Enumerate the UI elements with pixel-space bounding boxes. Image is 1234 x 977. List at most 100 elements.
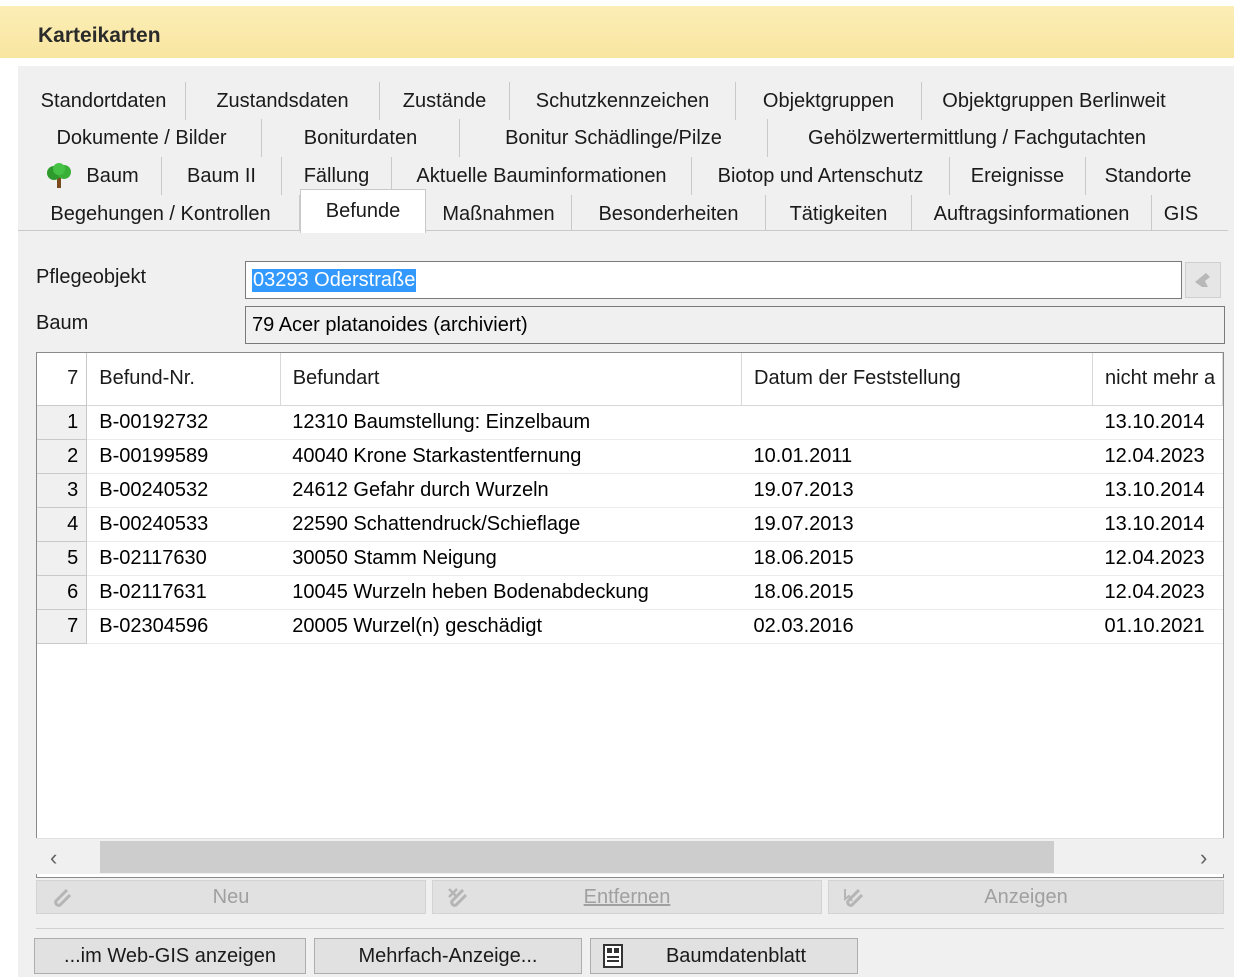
table-row[interactable]: 4 B-00240533 22590 Schattendruck/Schieflag… xyxy=(37,507,1223,542)
divider xyxy=(36,928,1224,929)
horizontal-scrollbar[interactable]: ‹ › xyxy=(36,838,1224,874)
cell-datum: 10.01.2011 xyxy=(741,439,1093,474)
tree-icon xyxy=(44,163,74,189)
paperclip-icon xyxy=(49,885,75,917)
window-title: Karteikarten xyxy=(38,24,161,47)
tab-taetigkeiten[interactable]: Tätigkeiten xyxy=(766,195,912,233)
entfernen-button[interactable]: Entfernen xyxy=(432,880,822,914)
cell-nicht-mehr: 13.10.2014 xyxy=(1092,507,1223,542)
tab-baum-label: Baum xyxy=(86,164,139,187)
table-row[interactable]: 1 B-00192732 12310 Baumstellung: Einzelbau… xyxy=(37,405,1223,440)
tab-besonderheiten[interactable]: Besonderheiten xyxy=(572,195,766,233)
baumdatenblatt-label: Baumdatenblatt xyxy=(665,944,807,967)
tab-ereignisse[interactable]: Ereignisse xyxy=(950,157,1086,195)
row-number: 7 xyxy=(37,609,88,644)
cell-befundart: 24612 Gefahr durch Wurzeln xyxy=(280,473,742,508)
cell-datum: 02.03.2016 xyxy=(741,609,1093,644)
tab-zustandsdaten[interactable]: Zustandsdaten xyxy=(186,82,380,120)
anzeigen-button[interactable]: Anzeigen xyxy=(828,880,1224,914)
cell-befund-nr: B-00240532 xyxy=(86,473,281,508)
neu-label: Neu xyxy=(212,885,250,908)
mehrfach-anzeige-button[interactable]: Mehrfach-Anzeige... xyxy=(314,938,582,974)
column-header-befund-nr[interactable]: Befund-Nr. xyxy=(86,353,281,406)
row-number: 2 xyxy=(37,439,88,474)
row-number: 6 xyxy=(37,575,88,610)
scroll-left-icon[interactable]: ‹ xyxy=(50,845,57,871)
tab-befunde[interactable]: Befunde xyxy=(300,189,426,233)
cell-befundart: 20005 Wurzel(n) geschädigt xyxy=(280,609,742,644)
cell-befund-nr: B-02117630 xyxy=(86,541,281,576)
column-header-nicht-mehr[interactable]: nicht mehr a xyxy=(1092,353,1223,406)
tab-massnahmen[interactable]: Maßnahmen xyxy=(426,195,572,233)
neu-button[interactable]: Neu xyxy=(36,880,426,914)
tab-baum[interactable]: Baum xyxy=(22,157,162,195)
tab-schutzkennzeichen[interactable]: Schutzkennzeichen xyxy=(510,82,736,120)
web-gis-button[interactable]: ...im Web-GIS anzeigen xyxy=(34,938,306,974)
tab-baum-ii[interactable]: Baum II xyxy=(162,157,282,195)
cell-nicht-mehr: 13.10.2014 xyxy=(1092,405,1223,440)
scroll-right-icon[interactable]: › xyxy=(1200,845,1207,871)
tab-standorte[interactable]: Standorte xyxy=(1086,157,1210,195)
row-number: 4 xyxy=(37,507,88,542)
row-number: 5 xyxy=(37,541,88,576)
table-body: 1 B-00192732 12310 Baumstellung: Einzelbau… xyxy=(37,405,1223,644)
cell-befund-nr: B-02304596 xyxy=(86,609,281,644)
baum-label: Baum xyxy=(36,312,89,334)
tab-boniturdaten[interactable]: Boniturdaten xyxy=(262,119,460,157)
anzeigen-label: Anzeigen xyxy=(984,885,1068,908)
cell-nicht-mehr: 12.04.2023 xyxy=(1092,439,1223,474)
cell-nicht-mehr: 12.04.2023 xyxy=(1092,541,1223,576)
pflegeobjekt-value: 03293 Oderstraße xyxy=(252,268,417,292)
table-row[interactable]: 3 B-00240532 24612 Gefahr durch Wurzeln 19.… xyxy=(37,473,1223,508)
row-count-header[interactable]: 7 xyxy=(37,353,88,406)
cell-nicht-mehr: 13.10.2014 xyxy=(1092,473,1223,508)
scrollbar-thumb[interactable] xyxy=(100,841,1054,873)
cell-befund-nr: B-00199589 xyxy=(86,439,281,474)
cell-datum xyxy=(741,405,1093,440)
table-header-row: 7 Befund-Nr. Befundart Datum der Festste… xyxy=(37,353,1223,406)
tab-row-4: Begehungen / Kontrollen Befunde Maßnahme… xyxy=(22,189,1210,233)
baum-field[interactable]: 79 Acer platanoides (archiviert) xyxy=(245,306,1225,344)
column-header-datum[interactable]: Datum der Feststellung xyxy=(741,353,1094,406)
cell-datum: 19.07.2013 xyxy=(741,473,1093,508)
table-row[interactable]: 7 B-02304596 20005 Wurzel(n) geschädigt 02.… xyxy=(37,609,1223,644)
cell-datum: 18.06.2015 xyxy=(741,575,1093,610)
tab-dokumente-bilder[interactable]: Dokumente / Bilder xyxy=(22,119,262,157)
row-number: 3 xyxy=(37,473,88,508)
table-row[interactable]: 5 B-02117630 30050 Stamm Neigung 18.06.2015… xyxy=(37,541,1223,576)
cell-befund-nr: B-00240533 xyxy=(86,507,281,542)
cell-befundart: 10045 Wurzeln heben Bodenabdeckung xyxy=(280,575,742,610)
paperclip-view-icon xyxy=(841,885,871,917)
report-icon xyxy=(601,943,625,975)
cell-befundart: 22590 Schattendruck/Schieflage xyxy=(280,507,742,542)
arrow-right-icon xyxy=(1195,273,1210,287)
table-row[interactable]: 6 B-02117631 10045 Wurzeln heben Bodenabde… xyxy=(37,575,1223,610)
cell-nicht-mehr: 01.10.2021 xyxy=(1092,609,1223,644)
befunde-grid[interactable]: 7 Befund-Nr. Befundart Datum der Festste… xyxy=(36,352,1224,878)
baumdatenblatt-button[interactable]: Baumdatenblatt xyxy=(590,938,858,974)
tab-aktuelle-bauminformationen[interactable]: Aktuelle Bauminformationen xyxy=(392,157,692,195)
tab-biotop-artenschutz[interactable]: Biotop und Artenschutz xyxy=(692,157,950,195)
pflegeobjekt-field[interactable]: 03293 Oderstraße xyxy=(245,261,1182,299)
window-title-bar: Karteikarten xyxy=(0,0,1234,58)
tab-gehoelzwertermittlung[interactable]: Gehölzwertermittlung / Fachgutachten xyxy=(768,119,1186,157)
tab-objektgruppen-berlinweit[interactable]: Objektgruppen Berlinweit xyxy=(922,82,1186,120)
baum-value: 79 Acer platanoides (archiviert) xyxy=(252,313,528,336)
cell-befundart: 30050 Stamm Neigung xyxy=(280,541,742,576)
tab-zustaende[interactable]: Zustände xyxy=(380,82,510,120)
cell-befundart: 40040 Krone Starkastentfernung xyxy=(280,439,742,474)
tab-objektgruppen[interactable]: Objektgruppen xyxy=(736,82,922,120)
tab-auftragsinformationen[interactable]: Auftragsinformationen xyxy=(912,195,1152,233)
tab-begehungen-kontrollen[interactable]: Begehungen / Kontrollen xyxy=(22,195,300,233)
column-header-befundart[interactable]: Befundart xyxy=(280,353,743,406)
tab-gis[interactable]: GIS xyxy=(1152,195,1210,233)
cell-befund-nr: B-02117631 xyxy=(86,575,281,610)
tab-bonitur-schaedlinge[interactable]: Bonitur Schädlinge/Pilze xyxy=(460,119,768,157)
table-row[interactable]: 2 B-00199589 40040 Krone Starkastentfernun… xyxy=(37,439,1223,474)
cell-befund-nr: B-00192732 xyxy=(86,405,281,440)
cell-nicht-mehr: 12.04.2023 xyxy=(1092,575,1223,610)
cell-datum: 18.06.2015 xyxy=(741,541,1093,576)
pflegeobjekt-goto-button[interactable] xyxy=(1185,262,1221,298)
cell-datum: 19.07.2013 xyxy=(741,507,1093,542)
tab-standortdaten[interactable]: Standortdaten xyxy=(22,82,186,120)
